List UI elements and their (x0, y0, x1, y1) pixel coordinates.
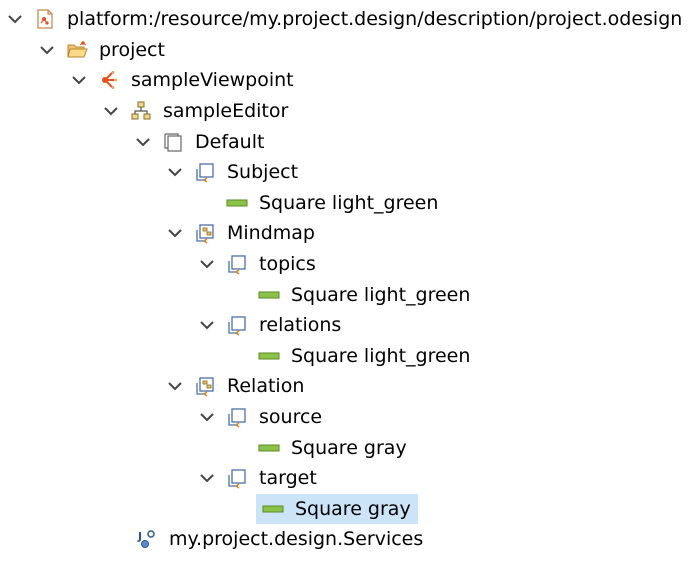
container-mapping-icon (194, 222, 216, 244)
tree-item-label: relations (259, 314, 342, 336)
tree-item-relation[interactable]: Relation (166, 371, 307, 401)
tree-item-label: Relation (227, 375, 305, 397)
node-mapping-icon (226, 314, 248, 336)
square-style-icon (258, 284, 280, 306)
tree-item-target[interactable]: target (198, 463, 320, 493)
tree-item-label: source (259, 406, 323, 428)
tree-item-label: Square light_green (291, 345, 471, 367)
chevron-down-icon[interactable] (198, 316, 216, 334)
tree-item-default-layer[interactable]: Default (134, 127, 267, 157)
node-mapping-icon (226, 406, 248, 428)
chevron-down-icon[interactable] (166, 224, 184, 242)
tree-item-sampleViewpoint[interactable]: sampleViewpoint (70, 65, 297, 95)
tree-item-label: Mindmap (227, 222, 315, 244)
chevron-down-icon[interactable] (198, 255, 216, 273)
tree-view[interactable]: platform:/resource/my.project.design/des… (0, 0, 694, 572)
chevron-down-icon[interactable] (198, 469, 216, 487)
chevron-down-icon[interactable] (134, 133, 152, 151)
tree-item-label: target (259, 467, 317, 489)
tree-item-source[interactable]: source (198, 402, 325, 432)
chevron-down-icon[interactable] (102, 102, 120, 120)
tree-item-label: project (99, 39, 165, 61)
tree-item-subject-style[interactable]: Square light_green (216, 188, 441, 218)
square-style-icon (258, 345, 280, 367)
chevron-down-icon[interactable] (166, 377, 184, 395)
tree-item-relations-style[interactable]: Square light_green (248, 341, 473, 371)
svg-text:J: J (137, 530, 142, 543)
tree-item-target-style[interactable]: Square gray (256, 494, 418, 524)
tree-item-label: Square gray (295, 498, 411, 520)
container-mapping-icon (194, 375, 216, 397)
tree-item-subject[interactable]: Subject (166, 157, 301, 187)
viewpoint-icon (98, 69, 120, 91)
chevron-down-icon[interactable] (6, 10, 24, 28)
chevron-down-icon[interactable] (166, 163, 184, 181)
tree-item-services[interactable]: J my.project.design.Services (126, 524, 426, 554)
node-mapping-icon (226, 253, 248, 275)
tree-item-mindmap[interactable]: Mindmap (166, 218, 318, 248)
tree-item-label: topics (259, 253, 316, 275)
layer-icon (162, 131, 184, 153)
tree-item-topics[interactable]: topics (198, 249, 319, 279)
selection-highlight: Square gray (256, 494, 418, 524)
tree-item-label: Subject (227, 161, 299, 183)
tree-item-label: Square light_green (259, 192, 439, 214)
tree-item-sampleEditor[interactable]: sampleEditor (102, 96, 291, 126)
tree-item-label: platform:/resource/my.project.design/des… (67, 8, 683, 30)
tree-item-label: sampleViewpoint (131, 69, 294, 91)
tree-item-project[interactable]: project (38, 35, 168, 65)
tree-item-label: sampleEditor (163, 100, 289, 122)
tree-item-relations[interactable]: relations (198, 310, 344, 340)
chevron-down-icon[interactable] (70, 71, 88, 89)
square-style-icon (262, 498, 284, 520)
tree-item-label: Square light_green (291, 284, 471, 306)
diagram-editor-icon (130, 100, 152, 122)
tree-item-topics-style[interactable]: Square light_green (248, 280, 473, 310)
tree-item-label: Default (195, 131, 265, 153)
chevron-down-icon[interactable] (38, 41, 56, 59)
odesign-file-icon (34, 8, 56, 30)
square-style-icon (226, 192, 248, 214)
node-mapping-icon (194, 161, 216, 183)
tree-item-label: my.project.design.Services (169, 528, 424, 550)
java-services-icon: J (136, 528, 158, 550)
chevron-down-icon[interactable] (198, 408, 216, 426)
tree-item-root[interactable]: platform:/resource/my.project.design/des… (6, 4, 685, 34)
open-folder-icon (66, 39, 88, 61)
square-style-icon (258, 437, 280, 459)
tree-item-label: Square gray (291, 437, 407, 459)
node-mapping-icon (226, 467, 248, 489)
tree-item-source-style[interactable]: Square gray (248, 433, 410, 463)
